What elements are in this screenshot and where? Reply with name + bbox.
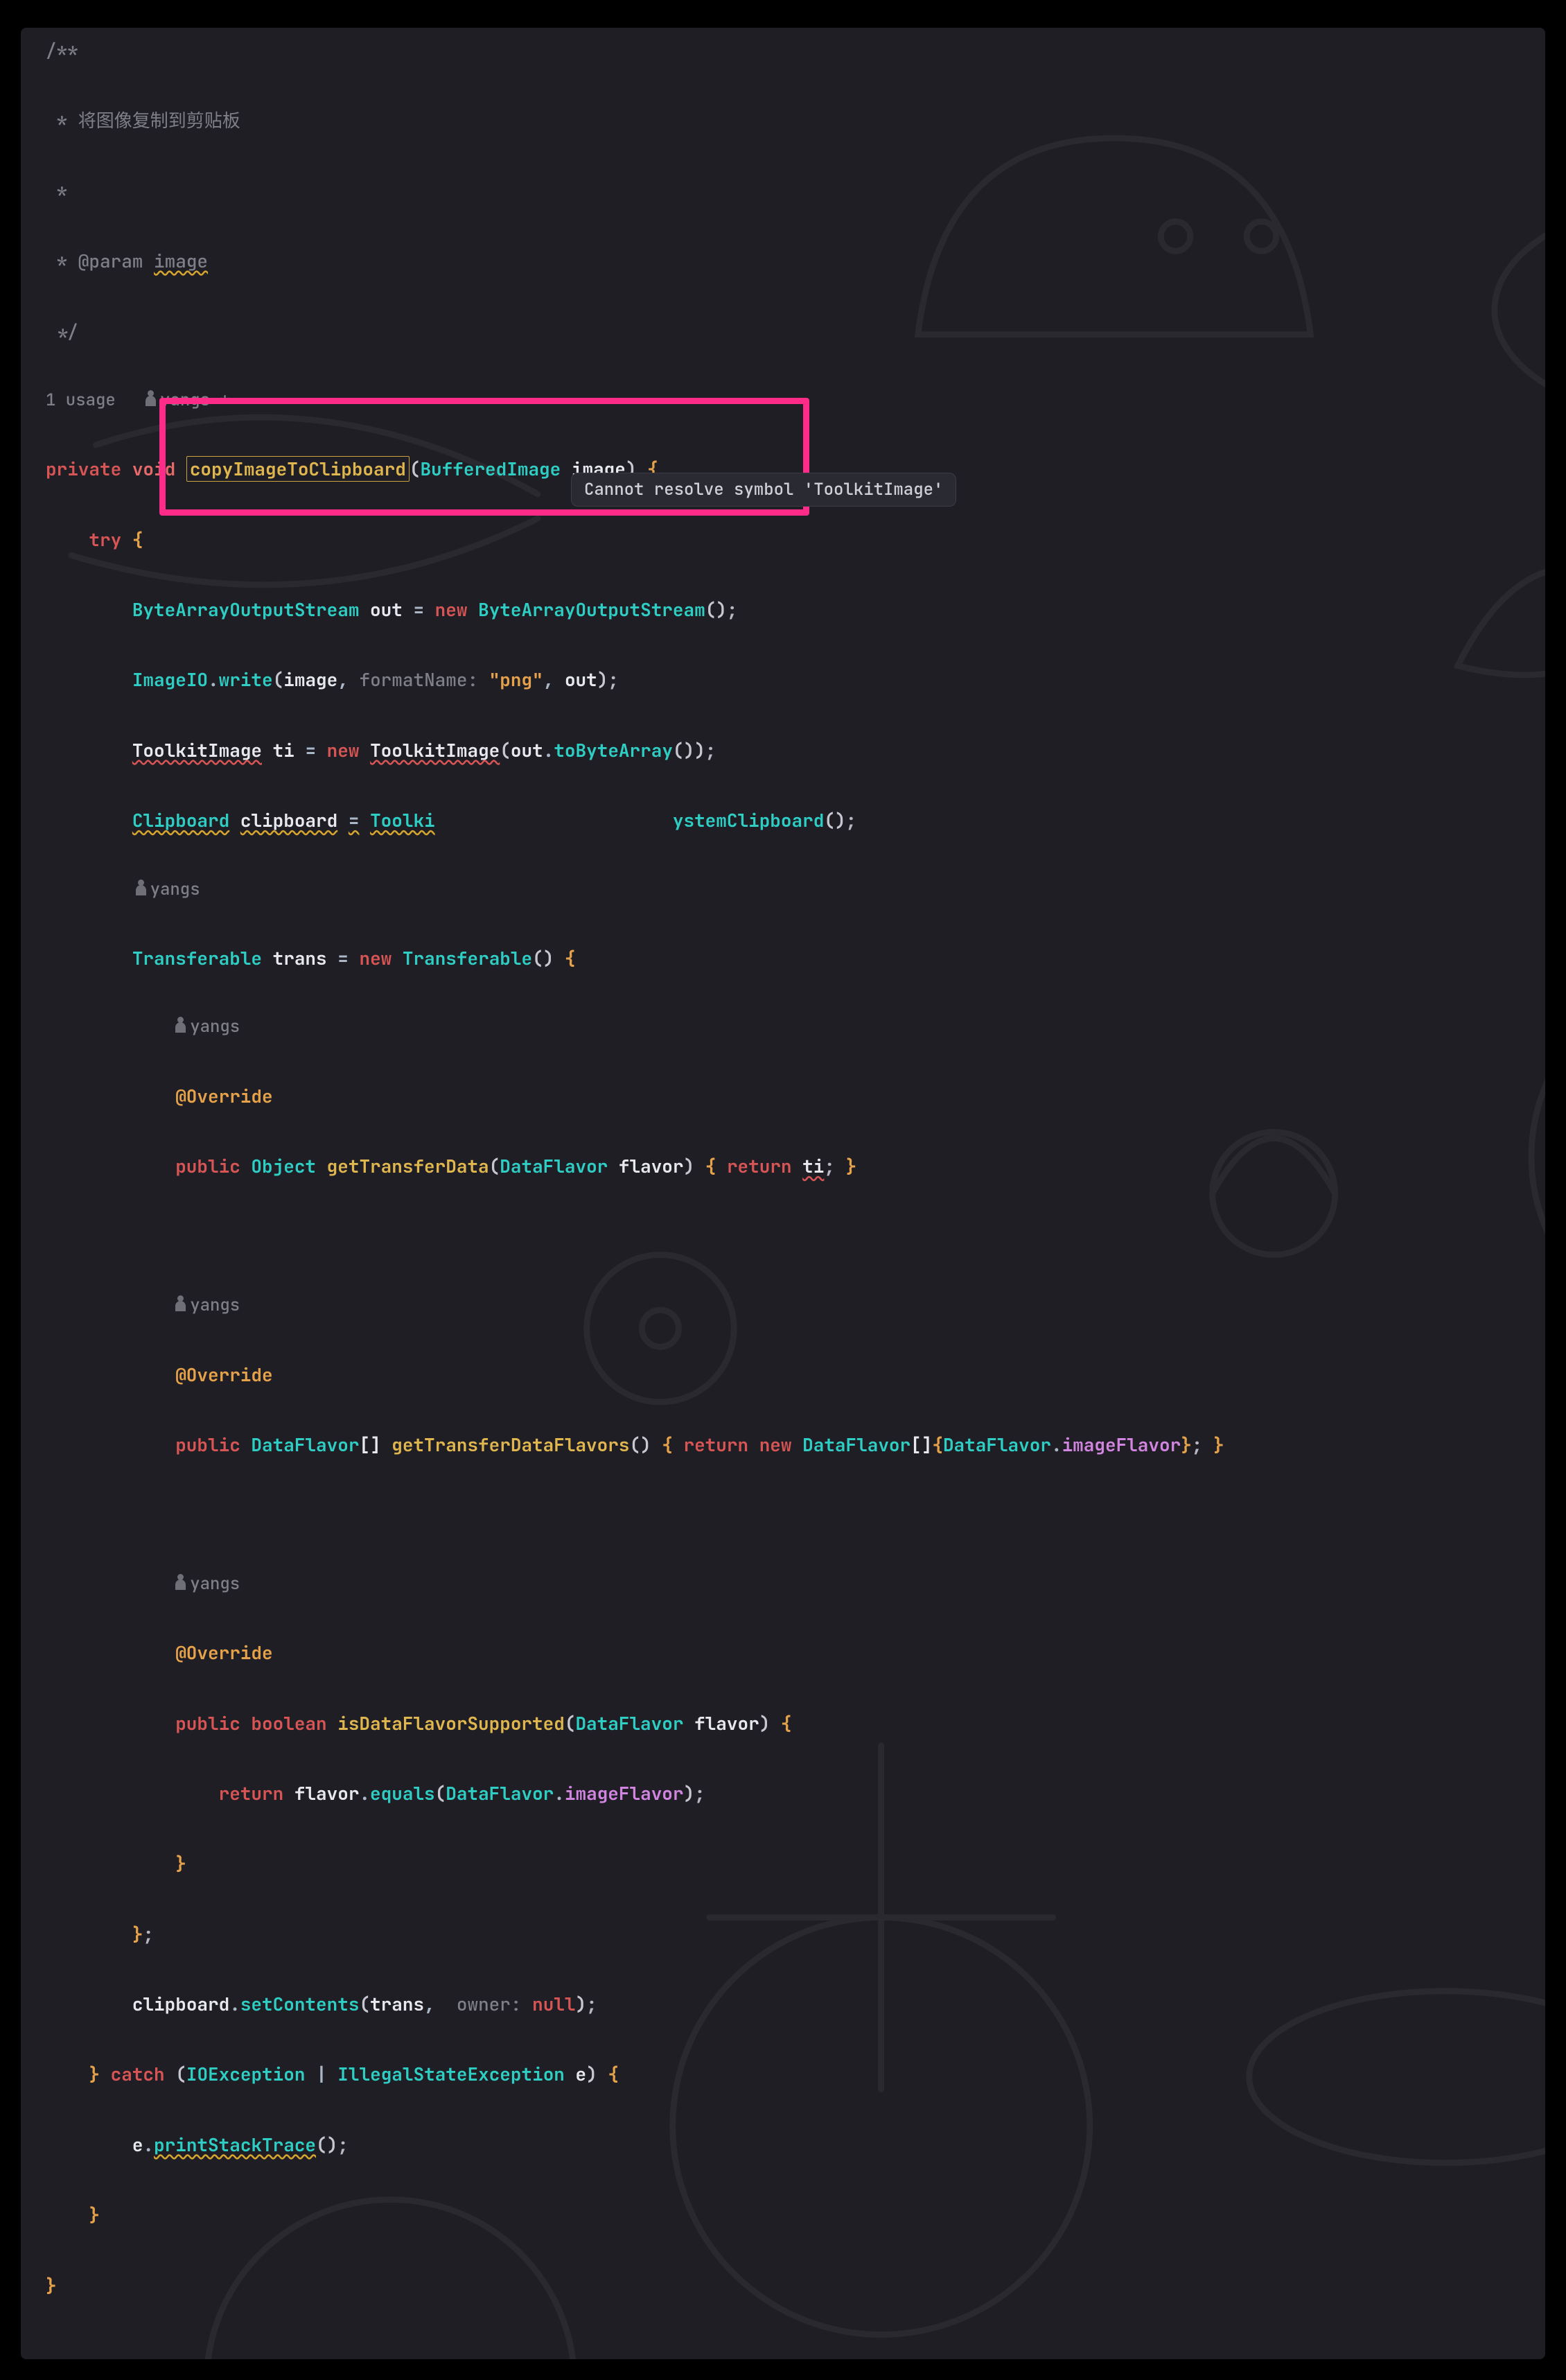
op: =	[413, 597, 424, 622]
javadoc-line: * 将图像复制到剪贴板	[46, 108, 240, 132]
recv: e	[132, 2133, 143, 2157]
javadoc-param-name: image	[154, 249, 208, 273]
javadoc-param-prefix: * @param	[46, 249, 154, 273]
author-icon	[175, 1301, 186, 1311]
kw-new: new	[435, 597, 468, 622]
javadoc-blank: *	[46, 179, 67, 203]
kw-catch: catch	[111, 2062, 165, 2086]
method-call: toByteArray	[554, 738, 673, 762]
author-name[interactable]: yangs	[190, 1295, 240, 1316]
kw-try: try	[89, 527, 121, 552]
error-ref[interactable]: ti	[802, 1154, 824, 1178]
error-ctor[interactable]: ToolkitImage	[370, 738, 500, 762]
ctor: ByteArrayOutputStream	[478, 597, 705, 622]
arg: image	[283, 667, 337, 692]
recv: clipboard	[132, 1992, 229, 2016]
exc-type: IOException	[186, 2062, 306, 2086]
kw-return: return	[727, 1154, 792, 1178]
author-icon	[175, 1022, 186, 1033]
javadoc-close: */	[46, 320, 78, 344]
kw-public: public	[175, 1711, 240, 1735]
var: out	[370, 597, 403, 622]
code-block[interactable]: /** * 将图像复制到剪贴板 * * @param image */ 1 us…	[21, 33, 1545, 2338]
arg: out	[565, 667, 597, 692]
author-icon	[136, 885, 146, 895]
class-ref: DataFlavor	[943, 1433, 1051, 1457]
param-hint: owner:	[457, 1992, 522, 2016]
kw-return: return	[683, 1433, 748, 1457]
method-name: isDataFlavorSupported	[337, 1711, 565, 1735]
type: ByteArrayOutputStream	[132, 597, 360, 622]
method-name: getTransferDataFlavors	[392, 1433, 629, 1457]
tail2: Clipboard	[727, 808, 824, 832]
annotation: @Override	[175, 1084, 272, 1108]
param-type: DataFlavor	[500, 1154, 608, 1178]
type: DataFlavor	[802, 1433, 910, 1457]
op: =	[349, 808, 360, 832]
usage-count[interactable]: 1 usage	[46, 390, 116, 411]
code-editor[interactable]: Cannot resolve symbol 'ToolkitImage' /**…	[21, 28, 1545, 2359]
author-name[interactable]: yangs	[190, 1016, 240, 1038]
ctor: Transferable	[403, 946, 532, 970]
kw-return: return	[219, 1781, 284, 1805]
field-ref: imageFlavor	[565, 1781, 684, 1805]
string-literal: "png"	[489, 667, 543, 692]
var: clipboard	[240, 808, 337, 832]
ret-type: Object	[251, 1154, 316, 1178]
author-name[interactable]: yangs	[150, 879, 200, 900]
annotation: @Override	[175, 1640, 272, 1665]
exc-type: IllegalStateException	[337, 2062, 565, 2086]
class-ref-partial: Toolki	[370, 808, 435, 832]
author-icon	[175, 1580, 186, 1590]
type: Transferable	[132, 946, 262, 970]
class-ref: DataFlavor	[446, 1781, 554, 1805]
kw-public: public	[175, 1433, 240, 1457]
kw-new: new	[327, 738, 360, 762]
arr: []	[910, 1433, 932, 1457]
ret-type: boolean	[251, 1711, 326, 1735]
method-call: printStackTrace	[154, 2133, 316, 2157]
author-name[interactable]: yangs	[190, 1573, 240, 1595]
ret-type: DataFlavor	[251, 1433, 359, 1457]
class-ref: ImageIO	[132, 667, 208, 692]
arg: trans	[370, 1992, 424, 2016]
param-hint: formatName:	[359, 667, 478, 692]
var: ti	[273, 738, 294, 762]
method-call: write	[219, 667, 273, 692]
recv: out	[511, 738, 543, 762]
param-name: flavor	[619, 1154, 684, 1178]
annotation: @Override	[175, 1363, 272, 1387]
kw-new: new	[759, 1433, 792, 1457]
recv: flavor	[294, 1781, 360, 1805]
kw-new: new	[359, 946, 392, 970]
param-type: DataFlavor	[575, 1711, 683, 1735]
kw-void: void	[132, 457, 175, 481]
field-ref: imageFlavor	[1062, 1433, 1181, 1457]
error-tooltip: Cannot resolve symbol 'ToolkitImage'	[571, 473, 956, 507]
author-icon	[146, 396, 156, 406]
exc-var: e	[576, 2062, 587, 2086]
kw-public: public	[175, 1154, 240, 1178]
type: Clipboard	[132, 808, 229, 832]
error-type[interactable]: ToolkitImage	[132, 738, 262, 762]
method-name: getTransferData	[327, 1154, 489, 1178]
tooltip-text: Cannot resolve symbol 'ToolkitImage'	[584, 479, 943, 500]
param-type: BufferedImage	[420, 457, 561, 481]
var: trans	[273, 946, 327, 970]
method-call: equals	[370, 1781, 435, 1805]
arr: []	[359, 1433, 380, 1457]
kw-private: private	[46, 457, 121, 481]
bar: |	[316, 2062, 327, 2086]
kw-null: null	[532, 1992, 575, 2016]
tail: ystem	[673, 808, 727, 832]
author-name[interactable]: yangs *	[160, 390, 230, 411]
method-call: setContents	[240, 1992, 360, 2016]
javadoc-open: /**	[46, 38, 78, 62]
param-name: flavor	[694, 1711, 759, 1735]
op: =	[305, 738, 316, 762]
method-name[interactable]: copyImageToClipboard	[186, 456, 410, 482]
